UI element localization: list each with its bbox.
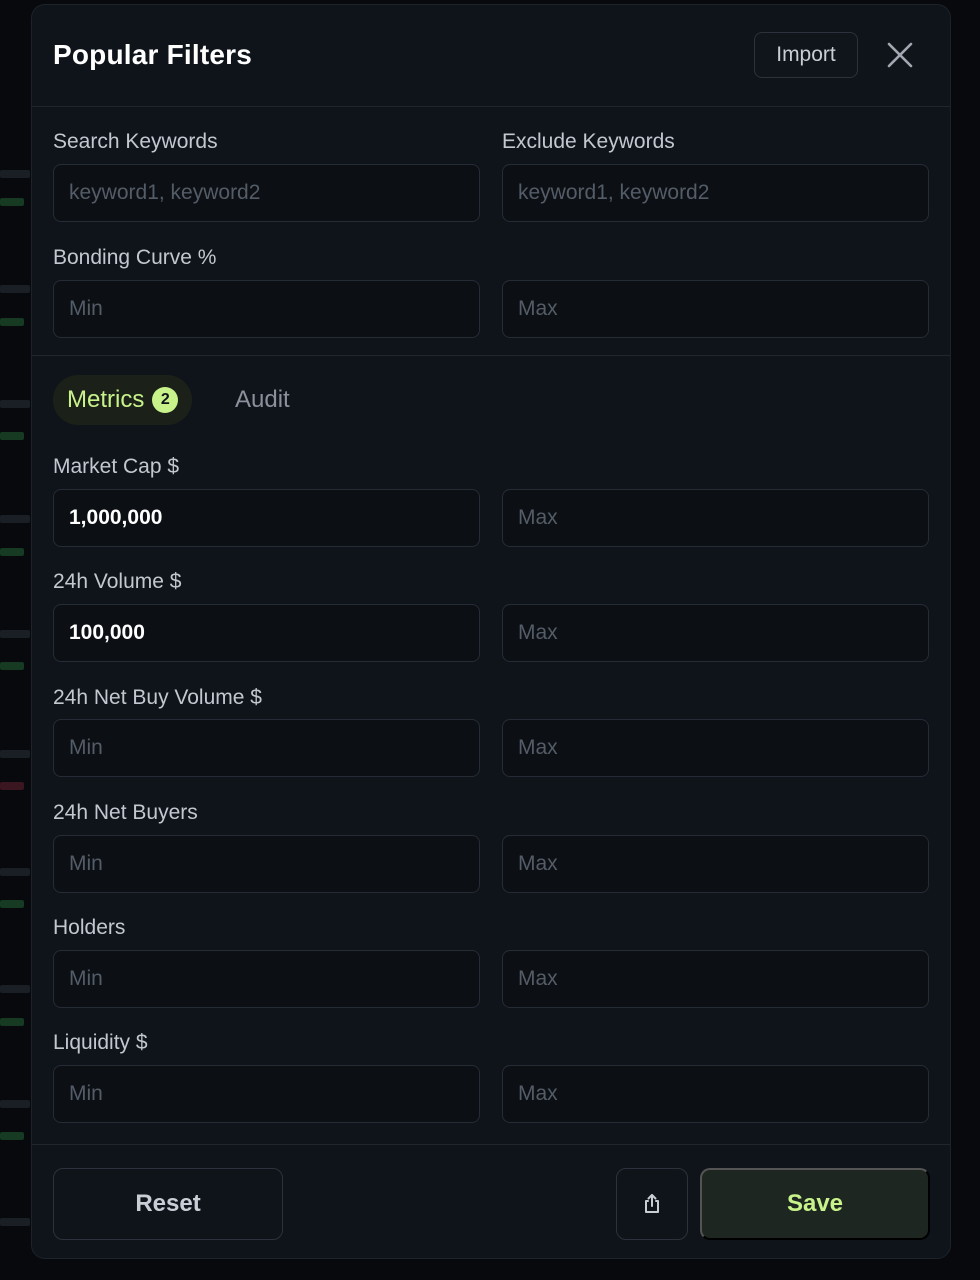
liquidity-label: Liquidity $ — [53, 1031, 148, 1054]
market-cap-max-input[interactable] — [502, 489, 929, 547]
backdrop-row — [0, 900, 24, 908]
liquidity-min-input[interactable] — [53, 1065, 480, 1123]
backdrop-row — [0, 662, 24, 670]
net-buy-volume-label: 24h Net Buy Volume $ — [53, 686, 262, 709]
bonding-curve-min-input[interactable] — [53, 280, 480, 338]
volume-24h-min-input[interactable] — [53, 604, 480, 662]
modal-title: Popular Filters — [53, 39, 253, 70]
backdrop-row — [0, 432, 24, 440]
exclude-keywords-input[interactable] — [502, 164, 929, 222]
backdrop-row — [0, 985, 30, 993]
backdrop-row — [0, 1218, 30, 1226]
backdrop-row — [0, 1018, 24, 1026]
tab-metrics[interactable]: Metrics 2 — [53, 375, 193, 425]
tab-metrics-label: Metrics — [67, 386, 145, 413]
net-buy-volume-min-input[interactable] — [53, 719, 480, 777]
backdrop-row — [0, 630, 30, 638]
close-button[interactable] — [882, 37, 918, 73]
liquidity-max-input[interactable] — [502, 1065, 929, 1123]
modal-footer: Reset Save — [32, 1144, 950, 1258]
tab-audit[interactable]: Audit — [235, 375, 290, 425]
close-icon — [887, 42, 913, 68]
popular-filters-modal: Popular Filters Import Search Keywords E… — [31, 4, 951, 1259]
backdrop-row — [0, 868, 30, 876]
backdrop-row — [0, 750, 30, 758]
backdrop-row — [0, 285, 30, 293]
net-buyers-min-input[interactable] — [53, 835, 480, 893]
net-buyers-label: 24h Net Buyers — [53, 801, 198, 824]
backdrop-row — [0, 400, 30, 408]
market-cap-min-input[interactable] — [53, 489, 480, 547]
market-cap-label: Market Cap $ — [53, 455, 180, 478]
backdrop-row — [0, 548, 24, 556]
search-keywords-input[interactable] — [53, 164, 480, 222]
backdrop-row — [0, 170, 30, 178]
net-buyers-max-input[interactable] — [502, 835, 929, 893]
holders-label: Holders — [53, 916, 126, 939]
bonding-curve-max-input[interactable] — [502, 280, 929, 338]
volume-24h-max-input[interactable] — [502, 604, 929, 662]
bonding-curve-label: Bonding Curve % — [53, 246, 217, 269]
backdrop-row — [0, 198, 24, 206]
backdrop-row — [0, 318, 24, 326]
metrics-count-badge: 2 — [152, 387, 179, 413]
exclude-keywords-label: Exclude Keywords — [502, 130, 675, 153]
section-divider — [32, 355, 950, 356]
backdrop-row — [0, 515, 30, 523]
modal-header: Popular Filters Import — [32, 5, 950, 107]
share-button[interactable] — [616, 1168, 688, 1240]
holders-max-input[interactable] — [502, 950, 929, 1008]
backdrop-row — [0, 1132, 24, 1140]
backdrop-row — [0, 782, 24, 790]
net-buy-volume-max-input[interactable] — [502, 719, 929, 777]
search-keywords-label: Search Keywords — [53, 130, 218, 153]
share-icon — [645, 1194, 659, 1213]
volume-24h-label: 24h Volume $ — [53, 570, 182, 593]
holders-min-input[interactable] — [53, 950, 480, 1008]
reset-button[interactable]: Reset — [53, 1168, 283, 1240]
backdrop-row — [0, 1100, 30, 1108]
import-button[interactable]: Import — [754, 32, 858, 78]
save-button[interactable]: Save — [700, 1168, 930, 1240]
